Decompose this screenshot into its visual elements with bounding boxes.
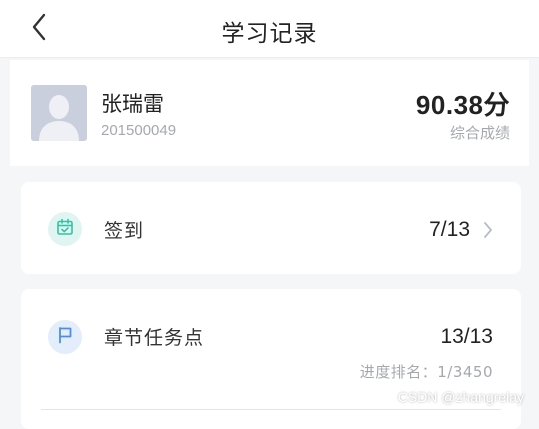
profile-card: 张瑞雷 201500049 90.38分 综合成绩	[10, 60, 529, 166]
avatar	[31, 85, 87, 141]
tasks-icon-badge	[48, 320, 82, 354]
checkin-count: 7/13	[429, 218, 470, 241]
checkin-row[interactable]: 签到 7/13	[21, 182, 521, 274]
user-name: 张瑞雷	[101, 92, 164, 116]
overall-score: 90.38分	[415, 90, 510, 120]
page-title: 学习记录	[221, 21, 318, 47]
calendar-check-icon	[56, 218, 74, 240]
flag-icon	[56, 326, 74, 348]
chapter-tasks-count: 13/13	[440, 325, 493, 348]
watermark: CSDN @zhangrelay	[397, 389, 524, 405]
divider	[41, 409, 501, 410]
progress-rank: 进度排名：1/3450	[359, 363, 493, 381]
chapter-tasks-label: 章节任务点	[104, 327, 205, 349]
nav-bar: 学习记录	[0, 0, 539, 58]
checkin-label: 签到	[104, 220, 145, 242]
chapter-tasks-row[interactable]: 章节任务点 13/13 进度排名：1/3450	[21, 289, 521, 429]
student-id: 201500049	[101, 122, 177, 139]
checkin-icon-badge	[48, 212, 82, 246]
user-placeholder-icon	[31, 85, 87, 141]
chevron-right-icon	[480, 220, 496, 240]
overall-score-label: 综合成绩	[449, 124, 510, 142]
